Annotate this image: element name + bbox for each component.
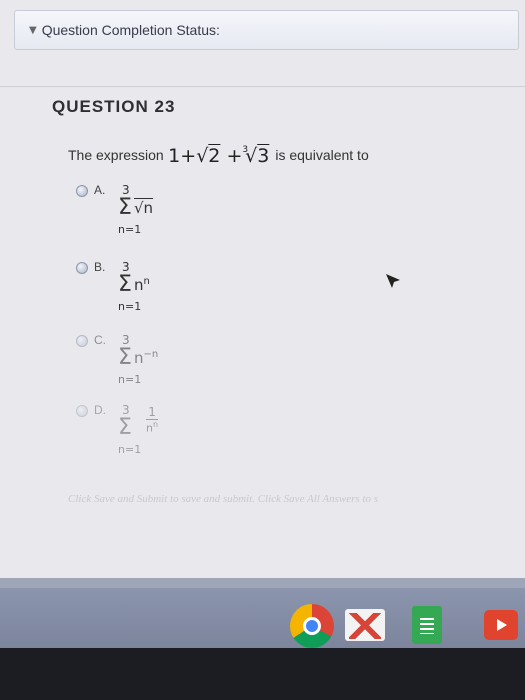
sqrt-sign: √ [196,145,209,167]
question-completion-status-bar[interactable]: ▼ Question Completion Status: [14,10,519,50]
summation-b: 3 Σ nn n=1 [106,260,186,320]
denominator-base: n [146,421,153,435]
option-label: C. [94,333,106,347]
option-c-radio[interactable] [76,335,88,347]
expr-radicand: 2 [208,145,221,167]
question-stem: The expression 1+√2 +3√3 is equivalent t… [68,143,369,167]
stem-text-before: The expression [68,147,164,163]
question-heading: QUESTION 23 [52,97,176,116]
screen-edge [0,578,525,588]
fraction: 1 nn [146,405,159,435]
status-bar-label: Question Completion Status: [41,22,220,38]
lower-limit: n=1 [118,373,142,386]
summation-d: 3 Σ 1 nn n=1 [106,403,186,463]
fraction-numerator: 1 [146,405,159,420]
option-d-radio[interactable] [76,405,88,417]
summand-exponent: −n [143,349,159,360]
option-a-radio[interactable] [76,185,88,197]
root-index: 3 [242,145,249,155]
summand-base: n [134,349,144,367]
divider [0,86,525,87]
denominator-exponent: n [152,420,159,429]
youtube-icon[interactable] [484,610,518,640]
submit-instructions: Click Save and Submit to save and submit… [68,493,379,505]
taskbar-shelf [0,588,525,648]
docs-icon[interactable] [412,606,442,644]
gmail-icon[interactable] [345,609,385,641]
sigma-icon: Σ [118,345,132,370]
mouse-pointer-icon [386,274,400,288]
fraction-denominator: nn [146,420,158,435]
chrome-icon[interactable] [290,604,334,648]
lower-limit: n=1 [118,443,142,456]
expr-radicand: 3 [257,145,270,167]
expr-one: 1 [168,145,181,167]
summand: n−n [134,349,158,367]
summand: nn [134,276,150,294]
option-label: A. [94,183,106,197]
expression: 1+√2 +3√3 [168,145,275,167]
summation-c: 3 Σ n−n n=1 [106,333,186,393]
sigma-icon: Σ [118,272,132,297]
summand: √n [134,199,154,217]
option-label: B. [94,260,106,274]
expr-plus: + [226,145,243,167]
device-bezel [0,648,525,700]
option-label: D. [94,403,106,417]
option-b-radio[interactable] [76,262,88,274]
summation-a: 3 Σ √n n=1 [106,183,186,243]
sigma-icon: Σ [118,195,132,220]
summand-base: n [134,276,144,294]
lower-limit: n=1 [118,223,142,236]
expr-plus: + [180,145,197,167]
chevron-down-icon[interactable]: ▼ [29,25,37,36]
lower-limit: n=1 [118,300,142,313]
sigma-icon: Σ [118,415,132,440]
stem-text-after: is equivalent to [275,147,369,163]
summand-exponent: n [143,276,150,287]
